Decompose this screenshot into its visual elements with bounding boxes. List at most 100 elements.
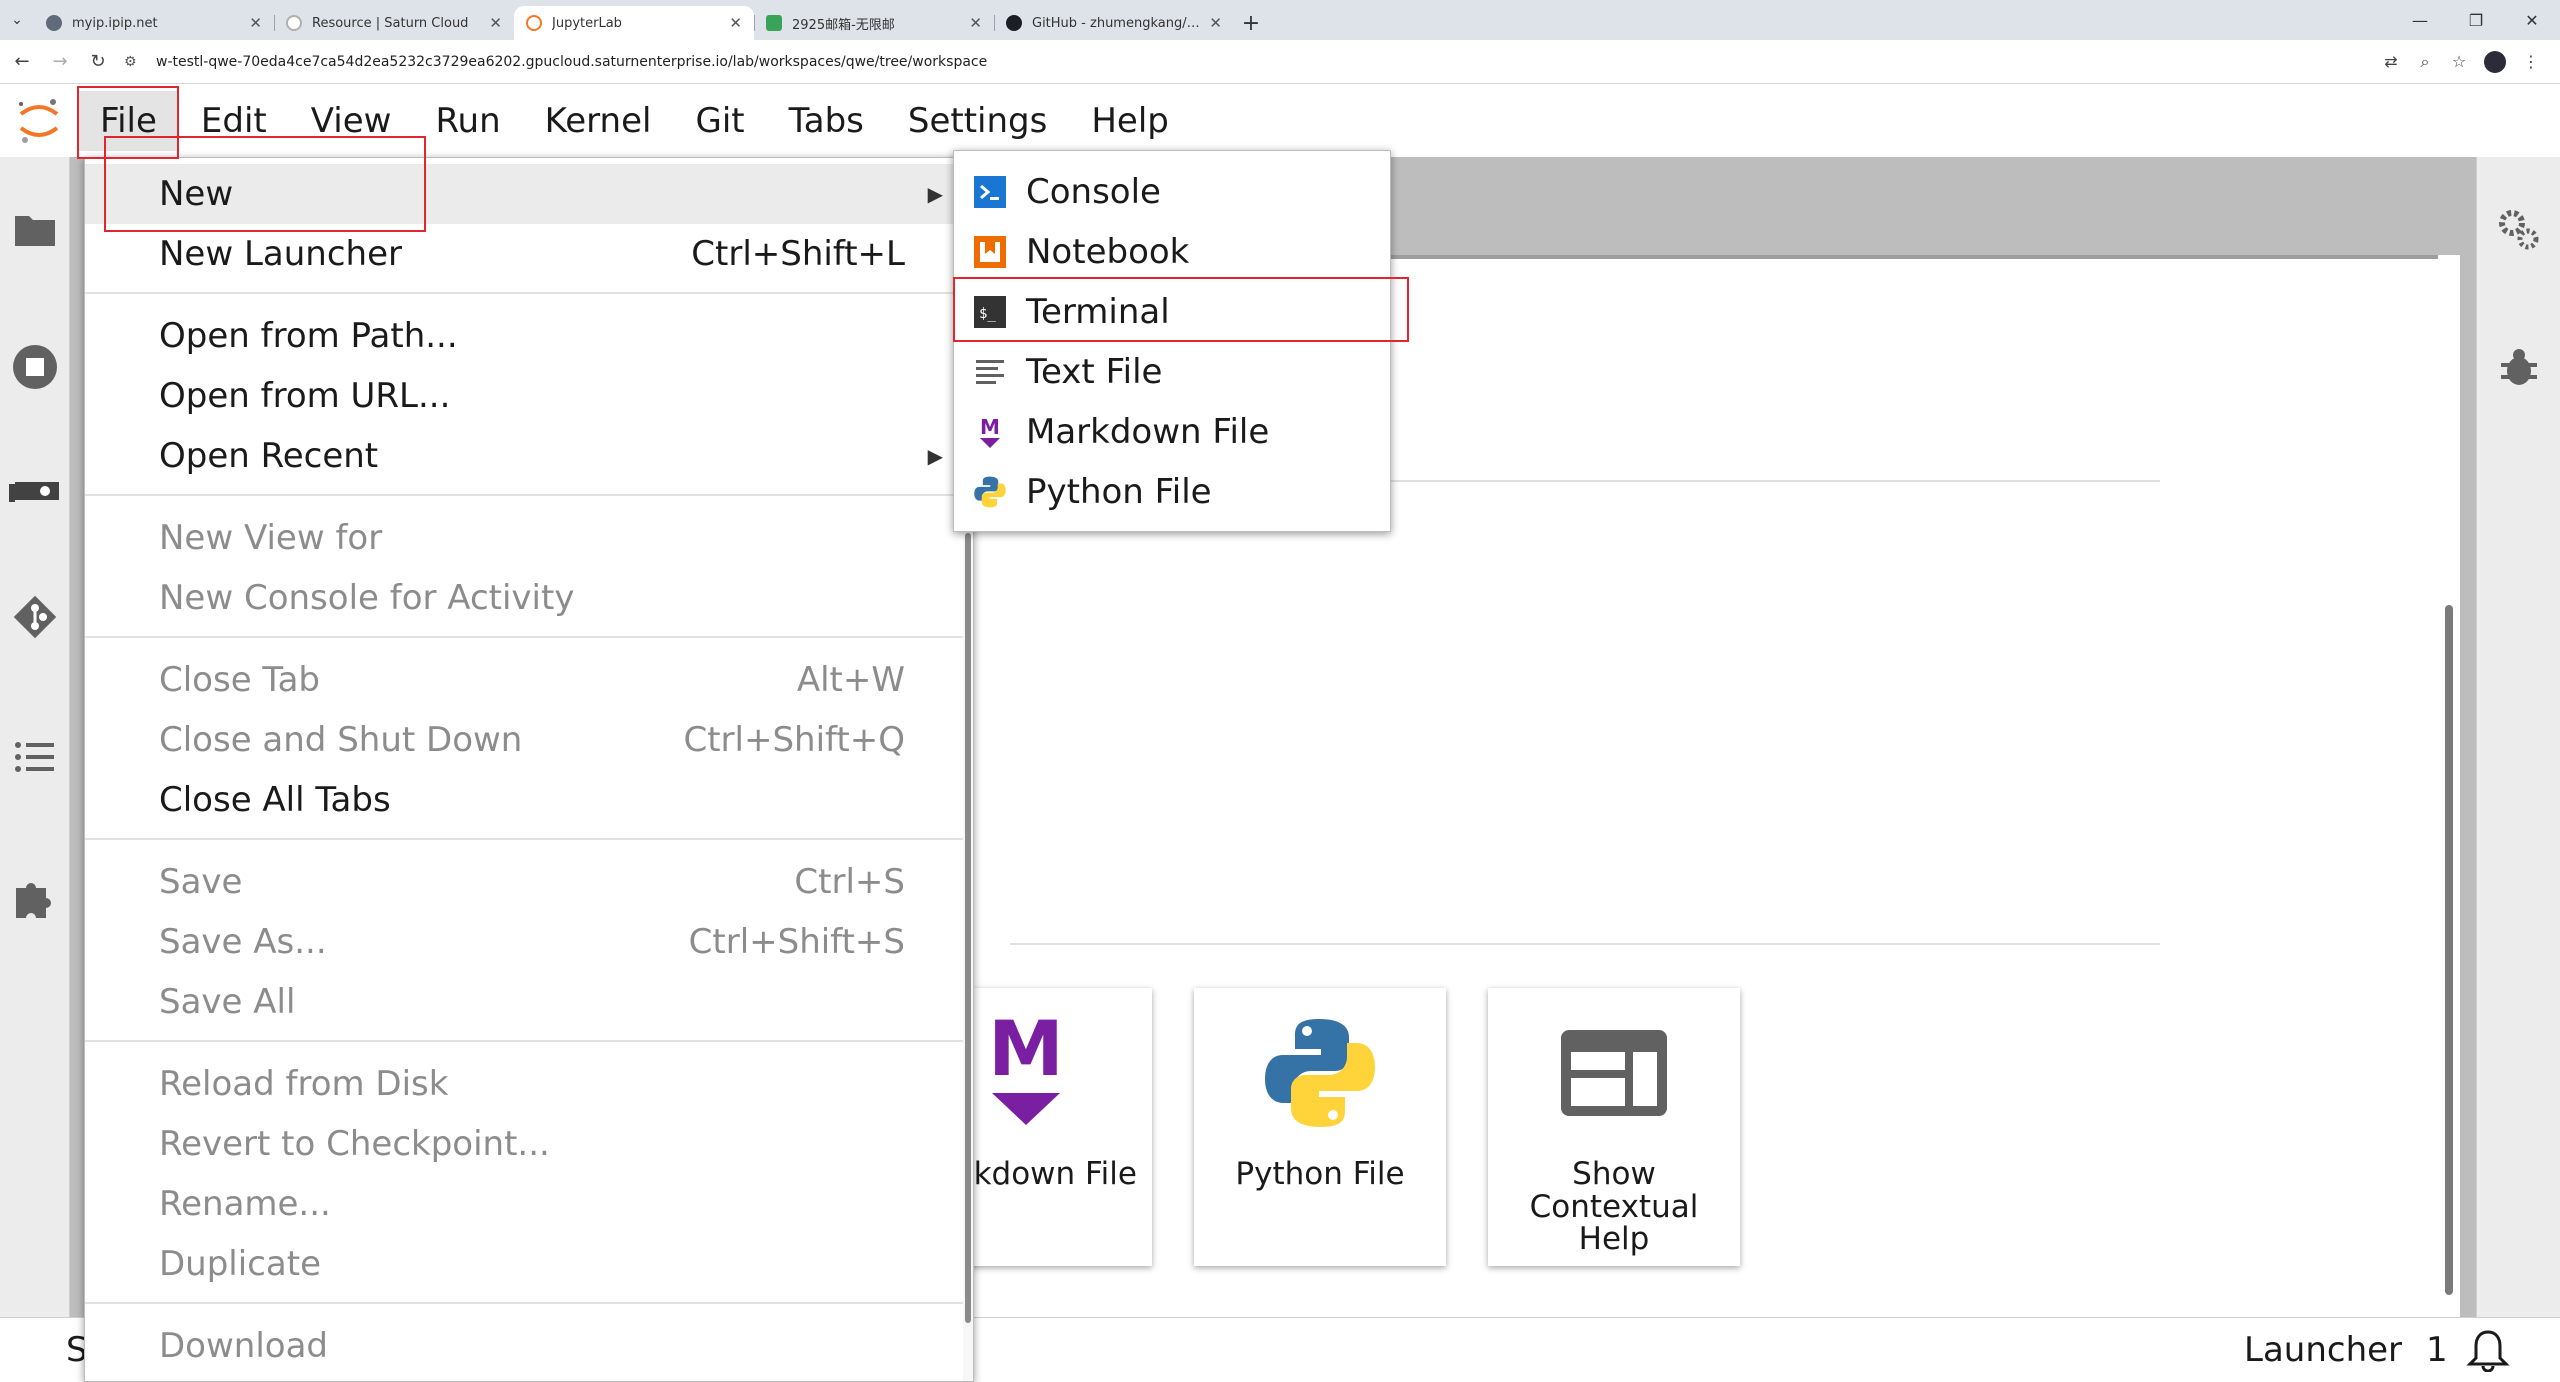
- close-window-icon[interactable]: ✕: [2504, 0, 2560, 40]
- github-favicon-icon: [1006, 15, 1022, 31]
- debugger-bug-icon[interactable]: [2477, 332, 2560, 402]
- address-bar: ← → ↻ ⚙ w-testl-qwe-70eda4ce7ca54d2ea523…: [0, 40, 2560, 84]
- launcher-card-contextual-help[interactable]: Show Contextual Help: [1488, 988, 1740, 1266]
- profile-avatar[interactable]: [2484, 50, 2506, 73]
- submenu-arrow-icon: ▶: [927, 182, 943, 206]
- file-menu-item-revert-to-checkpoint[interactable]: Revert to Checkpoint...: [85, 1114, 965, 1174]
- highlight-box-terminal: [953, 277, 1409, 342]
- menu-help[interactable]: Help: [1069, 91, 1191, 151]
- browser-tab[interactable]: Resource | Saturn Cloud ✕: [274, 6, 514, 40]
- folder-icon[interactable]: [0, 195, 70, 265]
- file-menu-item-open-from-url[interactable]: Open from URL...: [85, 366, 965, 426]
- new-submenu-item-markdown-file[interactable]: M Markdown File: [954, 402, 1390, 462]
- restore-icon[interactable]: ❐: [2448, 0, 2504, 40]
- mail-favicon-icon: [766, 15, 782, 31]
- table-of-contents-icon[interactable]: [0, 722, 70, 792]
- file-menu-item-close-and-shut-down[interactable]: Close and Shut Down Ctrl+Shift+Q: [85, 710, 965, 770]
- file-dropdown-menu: New ▶ New Launcher Ctrl+Shift+L Open fro…: [84, 157, 974, 1382]
- browser-tab[interactable]: GitHub - zhumengkang/agsb ✕: [994, 6, 1234, 40]
- reload-icon[interactable]: ↻: [82, 46, 114, 78]
- notification-bell-icon[interactable]: [2466, 1328, 2510, 1376]
- jupyter-favicon-icon: [526, 15, 542, 31]
- menu-kernel[interactable]: Kernel: [523, 91, 674, 151]
- menu-git[interactable]: Git: [673, 91, 766, 151]
- tab-title: Resource | Saturn Cloud: [312, 15, 469, 31]
- tab-title: myip.ipip.net: [72, 15, 158, 31]
- text-file-icon: [972, 354, 1008, 390]
- close-tab-icon[interactable]: ✕: [249, 14, 262, 32]
- markdown-icon: M: [972, 414, 1008, 450]
- python-icon: [972, 474, 1008, 510]
- left-sidebar: [0, 157, 70, 1382]
- contextual-help-icon: [1559, 988, 1669, 1158]
- tab-title: GitHub - zhumengkang/agsb: [1032, 15, 1202, 31]
- file-menu-item-rename[interactable]: Rename...: [85, 1174, 965, 1234]
- file-menu-item-reload-from-disk[interactable]: Reload from Disk: [85, 1054, 965, 1114]
- menu-run[interactable]: Run: [413, 91, 522, 151]
- file-menu-item-save-as[interactable]: Save As... Ctrl+Shift+S: [85, 912, 965, 972]
- close-tab-icon[interactable]: ✕: [969, 14, 982, 32]
- git-icon[interactable]: [0, 582, 70, 652]
- tab-title: JupyterLab: [552, 15, 622, 31]
- extension-puzzle-icon[interactable]: [0, 862, 70, 932]
- menu-separator: [85, 636, 965, 638]
- url-text: w-testl-qwe-70eda4ce7ca54d2ea5232c3729ea…: [156, 53, 988, 70]
- new-submenu-item-console[interactable]: Console: [954, 162, 1390, 222]
- tab-search-button[interactable]: ⌄: [0, 4, 34, 36]
- file-menu-item-open-from-path[interactable]: Open from Path...: [85, 306, 965, 366]
- menu-settings[interactable]: Settings: [886, 91, 1069, 151]
- card-label: Show Contextual Help: [1529, 1156, 1699, 1258]
- file-menu-item-save-all[interactable]: Save All: [85, 972, 965, 1032]
- status-launcher-label: Launcher: [2244, 1330, 2403, 1370]
- menu-tabs[interactable]: Tabs: [767, 91, 886, 151]
- back-icon[interactable]: ←: [6, 46, 38, 78]
- new-tab-button[interactable]: +: [1234, 6, 1268, 40]
- file-menu-item-duplicate[interactable]: Duplicate: [85, 1234, 965, 1294]
- close-tab-icon[interactable]: ✕: [729, 14, 742, 32]
- scrollbar-thumb[interactable]: [2445, 605, 2453, 1295]
- file-menu-item-open-recent[interactable]: Open Recent ▶: [85, 426, 965, 486]
- card-label: Python File: [1235, 1156, 1405, 1192]
- section-divider: [1010, 943, 2160, 945]
- notification-count: 1: [2426, 1330, 2448, 1370]
- menu-separator: [85, 494, 965, 496]
- browser-tab[interactable]: myip.ipip.net ✕: [34, 6, 274, 40]
- minimize-icon[interactable]: —: [2392, 0, 2448, 40]
- launcher-scrollbar[interactable]: [2438, 255, 2460, 1317]
- bookmark-star-icon[interactable]: ☆: [2442, 46, 2476, 78]
- window-controls: — ❐ ✕: [2392, 0, 2560, 40]
- file-menu-item-new-launcher[interactable]: New Launcher Ctrl+Shift+L: [85, 224, 965, 284]
- close-tab-icon[interactable]: ✕: [489, 14, 502, 32]
- zoom-icon[interactable]: ⌕: [2408, 46, 2442, 78]
- saturn-favicon-icon: [286, 15, 302, 31]
- right-sidebar: [2476, 157, 2560, 1382]
- file-menu-item-new-view[interactable]: New View for: [85, 508, 965, 568]
- svg-text:M: M: [980, 415, 1000, 439]
- file-menu-item-save[interactable]: Save Ctrl+S: [85, 852, 965, 912]
- menu-separator: [85, 838, 965, 840]
- url-field[interactable]: ⚙ w-testl-qwe-70eda4ce7ca54d2ea5232c3729…: [124, 46, 2374, 78]
- browser-tab-active[interactable]: JupyterLab ✕: [514, 6, 754, 40]
- file-menu-item-download[interactable]: Download: [85, 1316, 965, 1376]
- gpu-card-icon[interactable]: [0, 457, 70, 527]
- submenu-arrow-icon: ▶: [927, 444, 943, 468]
- browser-tab-strip: ⌄ myip.ipip.net ✕ Resource | Saturn Clou…: [0, 0, 2560, 40]
- translate-icon[interactable]: ⇄: [2374, 46, 2408, 78]
- forward-icon[interactable]: →: [44, 46, 76, 78]
- file-menu-item-close-tab[interactable]: Close Tab Alt+W: [85, 650, 965, 710]
- file-menu-item-new-console[interactable]: New Console for Activity: [85, 568, 965, 628]
- new-submenu-item-python-file[interactable]: Python File: [954, 462, 1390, 522]
- browser-menu-icon[interactable]: ⋮: [2514, 46, 2548, 78]
- file-menu-item-close-all-tabs[interactable]: Close All Tabs: [85, 770, 965, 830]
- markdown-icon: M: [986, 988, 1066, 1158]
- site-info-icon[interactable]: ⚙: [124, 54, 146, 70]
- menu-separator: [85, 1302, 965, 1304]
- close-tab-icon[interactable]: ✕: [1209, 14, 1222, 32]
- new-submenu-item-text-file[interactable]: Text File: [954, 342, 1390, 402]
- browser-tab[interactable]: 2925邮箱-无限邮 ✕: [754, 6, 994, 40]
- scrollbar-thumb[interactable]: [965, 533, 971, 1323]
- property-inspector-gears-icon[interactable]: [2477, 195, 2560, 265]
- launcher-card-python[interactable]: Python File: [1194, 988, 1446, 1266]
- new-submenu-item-notebook[interactable]: Notebook: [954, 222, 1390, 282]
- running-stop-icon[interactable]: [0, 332, 70, 402]
